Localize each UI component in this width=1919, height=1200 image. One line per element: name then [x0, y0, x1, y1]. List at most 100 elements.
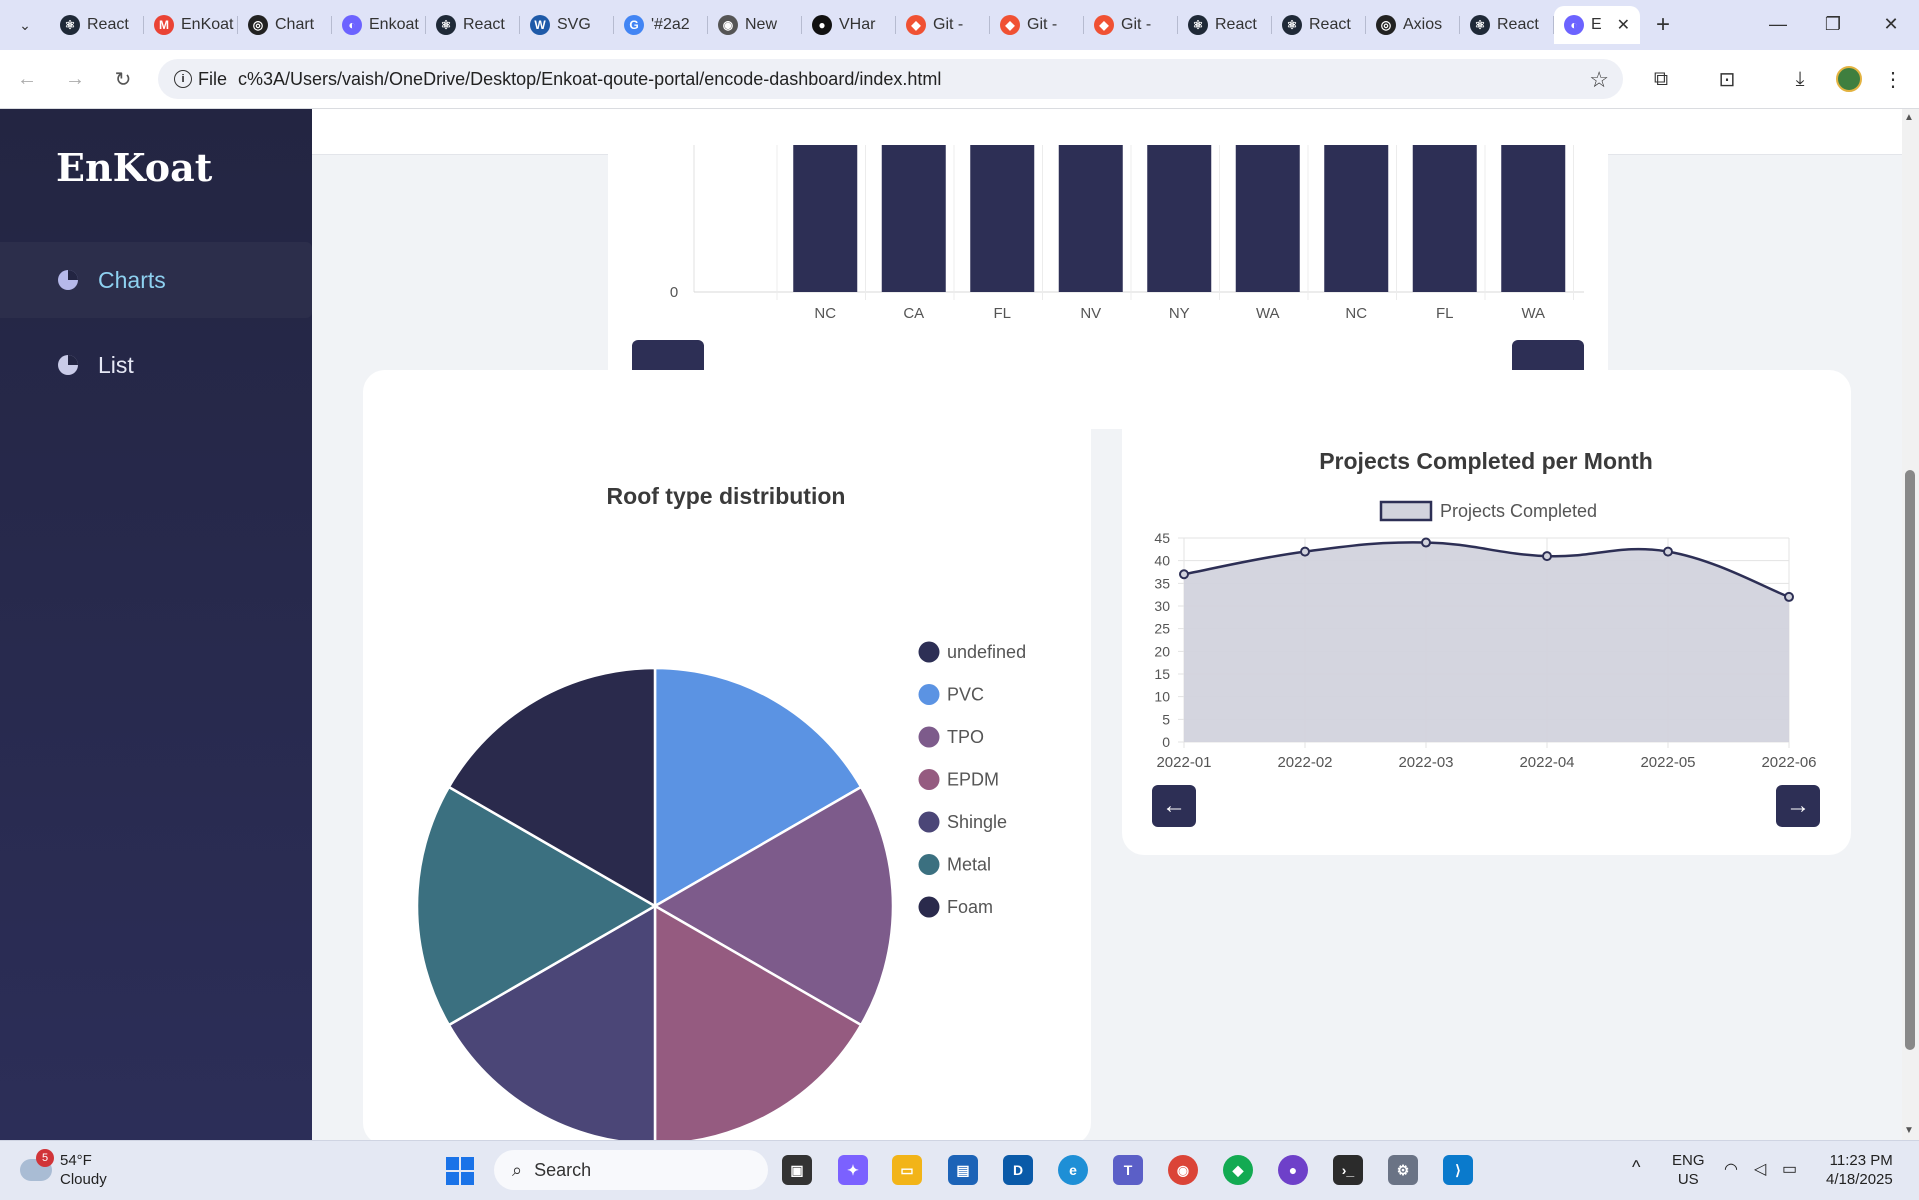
y-tick-label: 0 — [1162, 734, 1170, 750]
line-chart-card: Projects Completed per Month Projects Com… — [1122, 370, 1851, 855]
legend-label: PVC — [947, 685, 984, 705]
settings-icon[interactable]: ⚙ — [1388, 1155, 1418, 1185]
sidebar-item-list[interactable]: List — [0, 327, 312, 403]
github-icon: ● — [812, 15, 832, 35]
search-icon: ⌕ — [512, 1159, 523, 1180]
search-placeholder: Search — [534, 1159, 592, 1180]
tab-label: Chart — [275, 16, 315, 33]
edge-icon[interactable]: e — [1058, 1155, 1088, 1185]
menu-kebab-icon[interactable]: ⋮ — [1878, 64, 1908, 94]
dell-icon[interactable]: D — [1003, 1155, 1033, 1185]
tab-label: VHar — [839, 16, 876, 33]
browser-tab[interactable]: ◎ Chart — [238, 6, 332, 44]
minimize-icon[interactable]: — — [1753, 8, 1803, 40]
sidebar-item-charts[interactable]: Charts — [0, 242, 312, 318]
browser-tab[interactable]: ⚛ React — [1178, 6, 1272, 44]
header-mask — [608, 109, 1608, 145]
lang-top: ENG — [1672, 1152, 1705, 1169]
tray-overflow-icon[interactable]: ^ — [1632, 1157, 1640, 1178]
screenshot-icon[interactable]: ⊡ — [1712, 64, 1742, 94]
browser-tab[interactable]: M EnKoat — [144, 6, 238, 44]
x-tick-label: NV — [1080, 305, 1101, 322]
windows-start-icon[interactable] — [446, 1157, 474, 1185]
new-tab-button[interactable]: + — [1648, 10, 1678, 40]
browser-tab[interactable]: ⚛ React — [1272, 6, 1366, 44]
tab-search-dropdown-icon[interactable]: ⌄ — [10, 10, 40, 40]
file-explorer-icon[interactable]: ▭ — [892, 1155, 922, 1185]
x-tick-label: NY — [1169, 305, 1190, 322]
pie-title: Roof type distribution — [607, 483, 846, 509]
scrollbar-thumb[interactable] — [1905, 470, 1915, 1050]
task-view-icon[interactable]: ▣ — [782, 1155, 812, 1185]
scroll-up-icon[interactable]: ▲ — [1904, 112, 1914, 123]
clock[interactable]: 11:23 PM 4/18/2025 — [1826, 1151, 1893, 1189]
store-icon[interactable]: ▤ — [948, 1155, 978, 1185]
language-indicator[interactable]: ENG US — [1672, 1151, 1705, 1189]
browser-toolbar: ← → ↻ i File c%3A/Users/vaish/OneDrive/D… — [0, 50, 1919, 109]
sidebar: EnKoat Charts List — [0, 109, 312, 1140]
browser-tab[interactable]: ◎ Axios — [1366, 6, 1460, 44]
browser-tab[interactable]: ◉ New — [708, 6, 802, 44]
vscode-icon[interactable]: ⟩ — [1443, 1155, 1473, 1185]
line-title: Projects Completed per Month — [1319, 448, 1653, 474]
browser-tab-active[interactable]: ◐ E ✕ — [1554, 6, 1640, 44]
volume-icon[interactable]: ◁ — [1754, 1159, 1766, 1179]
data-point — [1421, 537, 1431, 548]
scroll-down-icon[interactable]: ▼ — [1904, 1125, 1914, 1136]
line-prev-button[interactable]: ← — [1152, 785, 1196, 827]
tab-label: '#2a2 — [651, 16, 690, 33]
x-tick-label: WA — [1521, 305, 1545, 322]
teams-icon[interactable]: T — [1113, 1155, 1143, 1185]
browser-tab[interactable]: ⚛ React — [426, 6, 520, 44]
y-tick-label: 20 — [1154, 643, 1170, 659]
battery-icon[interactable]: ▭ — [1782, 1159, 1797, 1179]
forward-icon[interactable]: → — [60, 64, 90, 94]
site-info-chip[interactable]: i File — [166, 65, 235, 93]
weather-widget[interactable]: 5 54°F Cloudy — [20, 1149, 107, 1189]
y-tick-label: 45 — [1154, 530, 1170, 546]
tab-label: Git - — [1027, 16, 1058, 33]
y-tick-label: 40 — [1154, 553, 1170, 569]
address-bar[interactable]: i File c%3A/Users/vaish/OneDrive/Desktop… — [158, 59, 1623, 99]
git-icon: ◆ — [1000, 15, 1020, 35]
taskbar-search[interactable]: ⌕ Search — [494, 1150, 768, 1190]
browser-tab[interactable]: ◐ Enkoat — [332, 6, 426, 44]
close-window-icon[interactable]: ✕ — [1866, 8, 1916, 40]
mongodb-icon[interactable]: ◆ — [1223, 1155, 1253, 1185]
reload-icon[interactable]: ↻ — [108, 64, 138, 94]
copilot-icon[interactable]: ✦ — [838, 1155, 868, 1185]
legend-label: undefined — [947, 642, 1026, 662]
browser-tab[interactable]: ◆ Git - — [1084, 6, 1178, 44]
terminal-icon[interactable]: ›_ — [1333, 1155, 1363, 1185]
y-tick-label: 35 — [1154, 575, 1170, 591]
browser-tab[interactable]: W SVG — [520, 6, 614, 44]
browser-tab[interactable]: ● VHar — [802, 6, 896, 44]
close-tab-icon[interactable]: ✕ — [1617, 15, 1630, 35]
browser-tab[interactable]: ◆ Git - — [896, 6, 990, 44]
tab-label: Enkoat — [369, 16, 419, 33]
x-tick-label: 2022-01 — [1156, 754, 1211, 771]
browser-tab[interactable]: ⚛ React — [1460, 6, 1554, 44]
browser-tab[interactable]: G '#2a2 — [614, 6, 708, 44]
browser-tab[interactable]: ⚛ React — [50, 6, 144, 44]
profile-avatar[interactable] — [1836, 66, 1862, 92]
download-icon[interactable]: ⤓ — [1785, 64, 1815, 94]
restore-icon[interactable]: ❐ — [1808, 8, 1858, 40]
app-icon: ◐ — [342, 15, 362, 35]
x-tick-label: 2022-02 — [1277, 754, 1332, 771]
url-text[interactable]: c%3A/Users/vaish/OneDrive/Desktop/Enkoat… — [238, 69, 941, 90]
extensions-icon[interactable]: ⧉ — [1646, 64, 1676, 94]
github-desktop-icon[interactable]: ● — [1278, 1155, 1308, 1185]
line-next-button[interactable]: → — [1776, 785, 1820, 827]
wifi-icon[interactable]: ◠ — [1724, 1159, 1738, 1179]
legend-swatch — [918, 854, 940, 875]
lang-bottom: US — [1677, 1171, 1699, 1188]
legend-label: TPO — [947, 727, 984, 747]
tab-label: React — [1497, 16, 1539, 33]
browser-tab[interactable]: ◆ Git - — [990, 6, 1084, 44]
windows-taskbar: 5 54°F Cloudy ⌕ Search ▣ ✦ ▭ ▤ D e T ◉ ◆… — [0, 1140, 1919, 1200]
bookmark-star-icon[interactable]: ☆ — [1589, 67, 1609, 93]
chrome-icon[interactable]: ◉ — [1168, 1155, 1198, 1185]
pie-chart: Roof type distribution undefined PVC TPO EPD… — [415, 483, 1026, 1140]
back-icon[interactable]: ← — [12, 64, 42, 94]
